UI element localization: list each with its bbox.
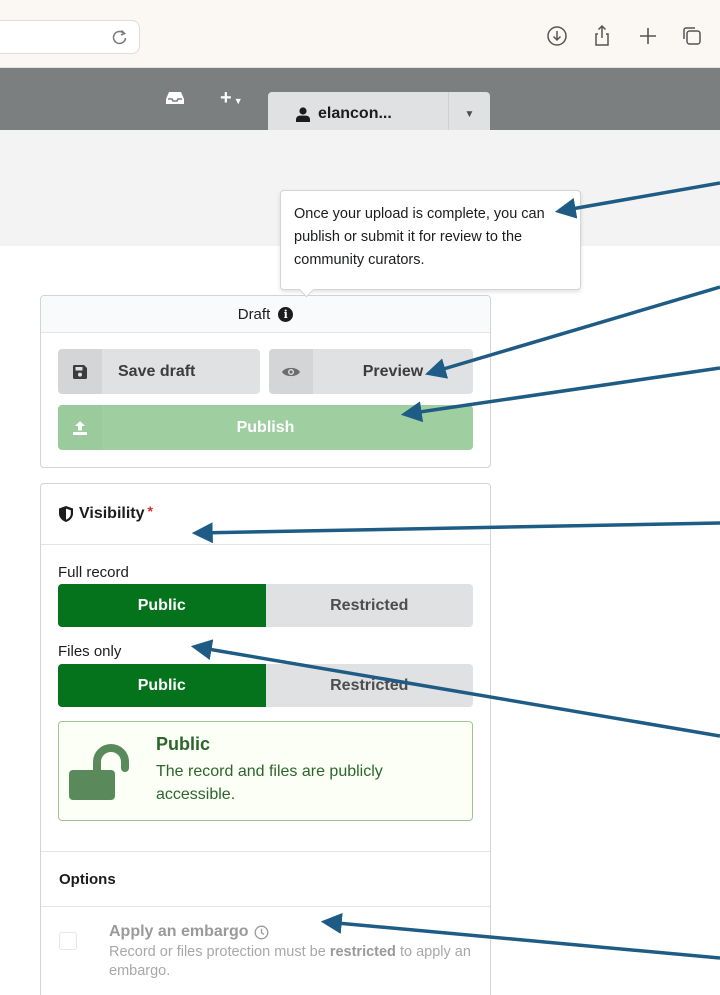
- preview-button[interactable]: Preview: [269, 349, 473, 394]
- unlock-icon: [69, 744, 129, 800]
- draft-status: Draft: [237, 305, 271, 323]
- publish-label: Publish: [236, 418, 295, 436]
- clock-icon[interactable]: [254, 925, 269, 940]
- draft-status-header: Draft i: [41, 296, 490, 333]
- embargo-help-bold: restricted: [329, 944, 396, 960]
- chevron-down-icon: ▼: [233, 95, 243, 106]
- publish-button[interactable]: Publish: [58, 405, 473, 450]
- divider: [41, 851, 490, 852]
- visibility-card: Visibility * Full record Public Restrict…: [40, 483, 491, 995]
- full-record-toggle: Public Restricted: [58, 584, 473, 627]
- embargo-checkbox[interactable]: [59, 932, 77, 950]
- full-record-restricted-option[interactable]: Restricted: [265, 584, 473, 627]
- inbox-icon[interactable]: [165, 90, 185, 106]
- shield-icon: [59, 506, 73, 522]
- upload-icon: [73, 420, 87, 435]
- eye-icon: [282, 367, 300, 376]
- user-icon: [296, 106, 310, 122]
- plus-icon[interactable]: [636, 24, 660, 48]
- download-icon[interactable]: [545, 24, 569, 48]
- chevron-down-icon: ▼: [464, 108, 475, 120]
- user-name: elancon...: [318, 105, 392, 122]
- files-only-public-option[interactable]: Public: [58, 664, 266, 707]
- tabs-icon[interactable]: [680, 24, 704, 48]
- visibility-message-body: The record and files are publicly access…: [156, 763, 383, 803]
- embargo-help-text: Record or files protection must be restr…: [109, 943, 479, 981]
- visibility-title: Visibility: [79, 505, 145, 522]
- save-draft-label: Save draft: [118, 362, 196, 380]
- required-marker: *: [147, 503, 153, 519]
- embargo-help-prefix: Record or files protection must be: [109, 944, 330, 960]
- share-icon[interactable]: [590, 24, 614, 48]
- reload-icon[interactable]: [110, 27, 130, 47]
- save-draft-button[interactable]: Save draft: [58, 349, 260, 394]
- publish-help-tooltip: Once your upload is complete, you can pu…: [280, 190, 581, 298]
- options-title: Options: [59, 871, 116, 888]
- preview-label: Preview: [362, 362, 424, 380]
- files-only-toggle: Public Restricted: [58, 664, 473, 707]
- app-header: + ▼ elancon... ▼: [0, 68, 720, 136]
- full-record-public-option[interactable]: Public: [58, 584, 266, 627]
- visibility-header: Visibility *: [41, 484, 490, 545]
- info-icon[interactable]: i: [278, 306, 294, 322]
- divider: [41, 906, 490, 907]
- save-icon: [73, 364, 87, 379]
- embargo-label-row: Apply an embargo: [109, 923, 269, 941]
- files-only-label: Files only: [58, 643, 122, 660]
- browser-toolbar: [0, 0, 720, 68]
- files-only-restricted-option[interactable]: Restricted: [265, 664, 473, 707]
- tooltip-text: Once your upload is complete, you can pu…: [294, 206, 545, 268]
- create-menu[interactable]: + ▼: [220, 87, 243, 110]
- full-record-label: Full record: [58, 564, 129, 581]
- visibility-message-title: Public: [156, 734, 211, 754]
- visibility-message: Public The record and files are publicly…: [58, 721, 473, 821]
- embargo-label: Apply an embargo: [109, 923, 249, 940]
- deposit-actions-card: Draft i Save draft Preview Publish: [40, 295, 491, 468]
- plus-icon: +: [220, 87, 232, 109]
